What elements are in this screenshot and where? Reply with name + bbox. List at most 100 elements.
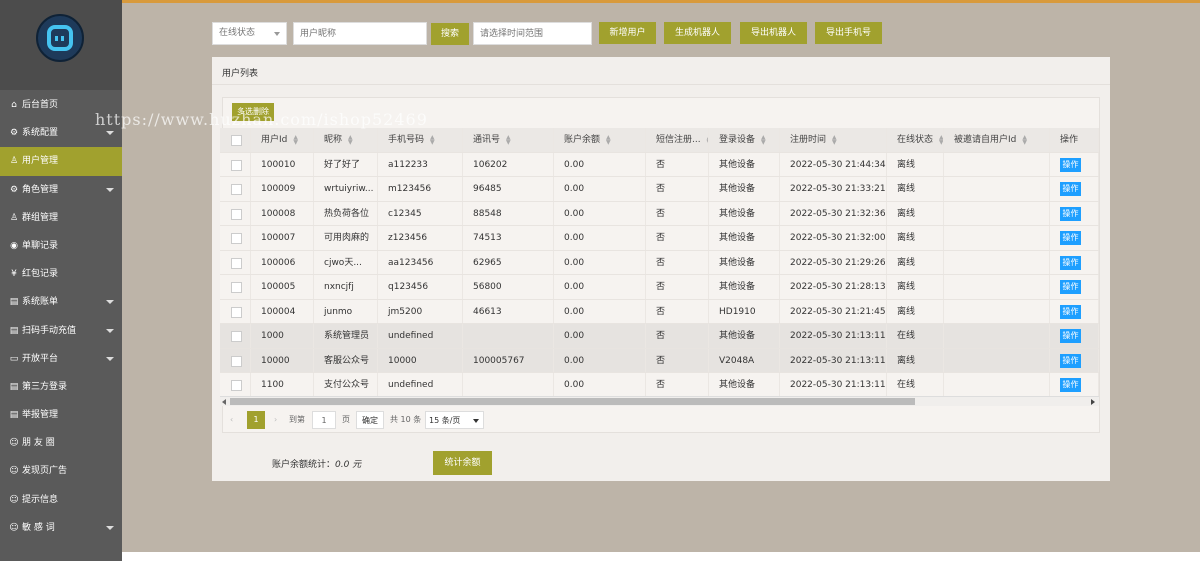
table-row[interactable]: 100006 cjwo天... aa123456 62965 0.00 否其他设备 2022…: [220, 250, 1099, 275]
cell-online: 离线: [887, 152, 944, 176]
sidebar-item[interactable]: ⌂ 后台首页: [0, 91, 122, 119]
row-checkbox[interactable]: [231, 380, 242, 391]
checkbox-cell: [220, 299, 251, 323]
export-robot-button[interactable]: 导出机器人: [740, 22, 807, 44]
row-checkbox[interactable]: [231, 282, 242, 293]
column-header[interactable]: 通讯号 ▲ ▼: [463, 128, 554, 152]
column-header[interactable]: 被邀请自用户Id ▲ ▼: [944, 128, 1050, 152]
row-action-button[interactable]: 操作: [1060, 353, 1081, 368]
column-header[interactable]: 注册时间 ▲ ▼: [780, 128, 887, 152]
group-icon: ♙: [9, 212, 19, 223]
scroll-right-icon[interactable]: [1091, 399, 1095, 405]
sidebar-item[interactable]: ▤ 扫码手动充值: [0, 317, 122, 345]
table-row[interactable]: 100007 可用肉麻的 z123456 74513 0.00 否其他设备 2022-05-…: [220, 226, 1099, 251]
cell-sms: 否: [646, 324, 709, 348]
sort-icon[interactable]: ▲▼: [939, 134, 943, 145]
sort-icon[interactable]: ▲▼: [506, 134, 511, 145]
row-checkbox[interactable]: [231, 184, 242, 195]
table-row[interactable]: 100004 junmo jm5200 46613 0.00 否 HD1910 2022-05…: [220, 299, 1099, 324]
sidebar-item[interactable]: ⚙ 角色管理: [0, 176, 122, 204]
sidebar-item[interactable]: ▭ 开放平台: [0, 345, 122, 373]
table-row[interactable]: 100005 nxncjfj q123456 56800 0.00 否其他设备 2022-0…: [220, 275, 1099, 300]
row-action-button[interactable]: 操作: [1060, 157, 1081, 172]
row-checkbox[interactable]: [231, 306, 242, 318]
table-row[interactable]: 1100 支付公众号 undefined 0.00 否其他设备 2022-05-30 21…: [220, 373, 1099, 398]
row-action-button[interactable]: 操作: [1060, 304, 1081, 319]
row-action-button[interactable]: 操作: [1060, 378, 1081, 392]
column-header[interactable]: 登录设备 ▲ ▼: [709, 128, 780, 152]
sidebar-item[interactable]: ♙ 群组管理: [0, 204, 122, 232]
sort-icon[interactable]: ▲▼: [348, 134, 353, 145]
current-page[interactable]: 1: [247, 411, 265, 429]
row-action-button[interactable]: 操作: [1060, 255, 1081, 270]
column-header[interactable]: 操作: [1050, 128, 1099, 152]
column-header[interactable]: 昵称 ▲ ▼: [314, 128, 378, 152]
table-row[interactable]: 100008 热负荷各位 c12345 88548 0.00 否其他设备 2022-05-3…: [220, 201, 1099, 226]
table-row[interactable]: 100010 好了好了 a112233 106202 0.00 否其他设备 2022-05-…: [220, 152, 1099, 177]
row-action-button[interactable]: 操作: [1060, 231, 1081, 245]
row-checkbox[interactable]: [231, 331, 242, 342]
checkbox-cell: [220, 275, 251, 299]
sort-icon[interactable]: ▲▼: [606, 134, 611, 145]
row-checkbox[interactable]: [231, 159, 242, 171]
row-checkbox[interactable]: [231, 135, 242, 146]
calc-balance-button[interactable]: 统计余额: [433, 451, 492, 475]
sidebar-item[interactable]: ☺ 提示信息: [0, 486, 122, 514]
row-action-button[interactable]: 操作: [1060, 280, 1081, 294]
sidebar-item[interactable]: ☺ 朋 友 圈: [0, 429, 122, 457]
sidebar-item[interactable]: ◉ 单聊记录: [0, 232, 122, 260]
column-header[interactable]: 账户余额 ▲ ▼: [554, 128, 646, 152]
row-action-button[interactable]: 操作: [1060, 206, 1081, 221]
sidebar-item[interactable]: ¥ 红包记录: [0, 260, 122, 288]
goto-page-input[interactable]: 1: [312, 411, 336, 429]
sidebar-item[interactable]: ♙ 用户管理: [0, 147, 122, 176]
bulk-delete-button[interactable]: 多选删除: [232, 103, 274, 121]
nickname-input[interactable]: [293, 22, 427, 45]
cell-comm: 56800: [463, 275, 554, 299]
sidebar-item[interactable]: ▤ 第三方登录: [0, 373, 122, 401]
sidebar-item-label: 红包记录: [22, 269, 59, 280]
scroll-left-icon[interactable]: [222, 399, 226, 405]
row-checkbox[interactable]: [231, 257, 242, 269]
cell-online: 离线: [887, 226, 944, 250]
row-checkbox[interactable]: [231, 233, 242, 244]
page-size-select[interactable]: 15 条/页: [425, 411, 484, 429]
search-button[interactable]: 搜索: [431, 23, 469, 45]
horizontal-scrollbar[interactable]: [220, 396, 1099, 406]
sidebar-item[interactable]: ▤ 系统账单: [0, 288, 122, 316]
goto-confirm-button[interactable]: 确定: [356, 411, 384, 429]
add-user-button[interactable]: 新增用户: [599, 22, 656, 44]
next-page-button[interactable]: ›: [274, 411, 277, 429]
sort-icon[interactable]: ▲▼: [1022, 134, 1027, 145]
scrollbar-thumb[interactable]: [230, 398, 915, 405]
table-row[interactable]: 100009 wrtuiyriw... m123456 96485 0.00 否其他设备 2…: [220, 177, 1099, 202]
sidebar-item[interactable]: ⚙ 系统配置: [0, 119, 122, 147]
column-header[interactable]: 手机号码 ▲ ▼: [378, 128, 463, 152]
row-action-button[interactable]: 操作: [1060, 329, 1081, 343]
sort-icon[interactable]: ▲▼: [293, 134, 298, 145]
table-row[interactable]: 1000 系统管理员 undefined 0.00 否其他设备 2022-05-30 21…: [220, 324, 1099, 349]
column-header[interactable]: 用户Id ▲ ▼: [251, 128, 314, 152]
sidebar-item[interactable]: ▤ 举报管理: [0, 401, 122, 429]
export-phone-button[interactable]: 导出手机号: [815, 22, 882, 44]
app-logo[interactable]: [36, 14, 84, 62]
sort-icon[interactable]: ▲▼: [761, 134, 766, 145]
time-range-input[interactable]: [473, 22, 592, 45]
cell-balance: 0.00: [554, 299, 646, 323]
sidebar-item[interactable]: ☺ 发现页广告: [0, 457, 122, 485]
prev-page-button[interactable]: ‹: [230, 411, 233, 429]
column-header[interactable]: 短信注册...▲▼: [646, 128, 709, 152]
row-checkbox[interactable]: [231, 355, 242, 367]
cell-time: 2022-05-30 21:32:36: [780, 201, 887, 225]
online-status-select[interactable]: 在线状态: [212, 22, 287, 45]
cell-balance: 0.00: [554, 250, 646, 274]
table-row[interactable]: 10000 客服公众号 10000 100005767 0.00 否 V2048A 2022-…: [220, 348, 1099, 373]
sort-icon[interactable]: ▲▼: [832, 134, 837, 145]
column-header[interactable]: 在线状态 ▲ ▼: [887, 128, 944, 152]
row-action-button[interactable]: 操作: [1060, 182, 1081, 196]
cell-nick: 客服公众号: [314, 348, 378, 372]
sort-icon[interactable]: ▲▼: [430, 134, 435, 145]
row-checkbox[interactable]: [231, 208, 242, 220]
generate-robot-button[interactable]: 生成机器人: [664, 22, 731, 44]
sidebar-item[interactable]: ☺ 敏 感 词: [0, 514, 122, 542]
